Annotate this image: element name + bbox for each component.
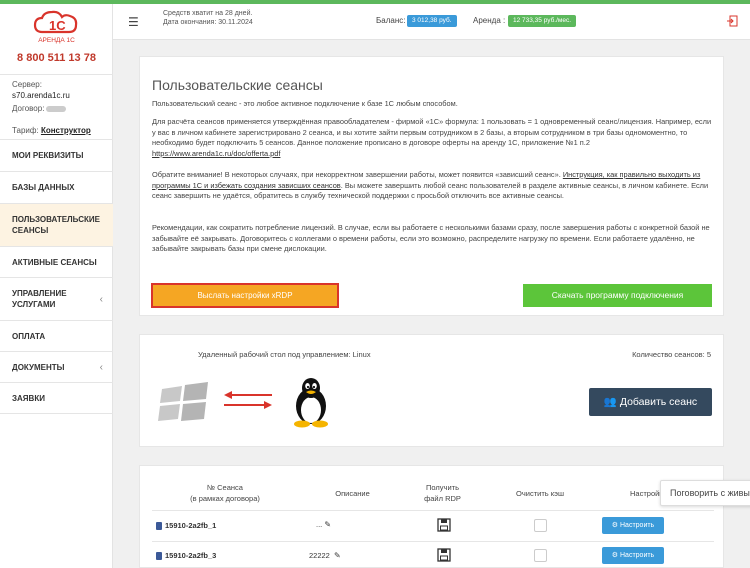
linux-tux-icon [294, 378, 328, 428]
nav-databases[interactable]: БАЗЫ ДАННЫХ [0, 172, 113, 204]
col-description: Описание [335, 489, 370, 498]
offer-link[interactable]: https://www.arenda1c.ru/doc/offerta.pdf [152, 149, 280, 158]
floppy-disk-icon[interactable] [437, 518, 451, 532]
bidirectional-arrows-icon [224, 391, 272, 409]
configure-button[interactable]: ⚙ Настроить [602, 517, 664, 534]
configure-button[interactable]: ⚙ Настроить [602, 547, 664, 564]
col-session-number: № Сеанса (в рамках договора) [180, 482, 270, 504]
sessions-info-card: Пользовательские сеансы Пользовательский… [139, 56, 724, 316]
contract-redacted [46, 105, 67, 112]
nav-label: ПОЛЬЗОВАТЕЛЬСКИЕ СЕАНСЫ [12, 215, 100, 235]
balance-label: Баланс: [376, 16, 406, 25]
table-row: 15910-2a2fb_3 [156, 551, 217, 561]
contract-label: Договор: [12, 104, 45, 113]
chevron-left-icon: ‹ [99, 293, 103, 305]
col-clear-cache: Очистить кэш [516, 489, 564, 498]
configure-label: Настроить [620, 522, 655, 529]
windows-logo-icon [158, 382, 208, 421]
hung-session-text: Обратите внимание! В некоторых случаях, … [152, 170, 712, 202]
balance-badge: 3 012,38 руб. [407, 15, 457, 27]
funds-remaining: Средств хватит на 28 дней. [163, 10, 253, 17]
row-divider [152, 510, 714, 511]
th-text: № Сеанса [207, 483, 243, 492]
floppy-disk-icon[interactable] [437, 548, 451, 562]
configure-label: Настроить [620, 552, 655, 559]
session-id: 15910-2a2fb_3 [165, 551, 217, 560]
nav-label: АКТИВНЫЕ СЕАНСЫ [12, 257, 97, 267]
add-session-button[interactable]: 👥 Добавить сеанс [589, 388, 712, 416]
clear-cache-checkbox[interactable] [534, 549, 547, 562]
pencil-icon[interactable]: ✎ [334, 551, 341, 560]
download-client-button[interactable]: Скачать программу подключения [523, 284, 712, 307]
recommendations-text: Рекомендации, как сократить потребление … [152, 223, 710, 253]
tariff-info: Тариф: Конструктор [12, 125, 91, 136]
logout-icon[interactable] [726, 15, 738, 27]
logo-caption: АРЕНДА 1С [38, 37, 75, 44]
nav-user-sessions[interactable]: ПОЛЬЗОВАТЕЛЬСКИЕ СЕАНСЫ [0, 204, 113, 247]
sidebar: 1С АРЕНДА 1С 8 800 511 13 78 Сервер: s70… [0, 4, 113, 568]
rent-badge: 12 733,35 руб./мес. [508, 15, 577, 27]
nav-payment[interactable]: ОПЛАТА [0, 321, 113, 352]
gears-icon: ⚙ [611, 552, 619, 559]
add-session-label: Добавить сеанс [619, 396, 698, 408]
subscription-info: Средств хватит на 28 дней. Дата окончани… [163, 9, 253, 27]
database-icon [156, 522, 162, 531]
remote-os-label: Удаленный рабочий стол под управлением: … [198, 350, 371, 359]
gears-icon: ⚙ [611, 522, 619, 529]
live-chat-widget[interactable]: Поговорить с живым [660, 480, 750, 506]
th-text: Получить [426, 483, 459, 492]
nav-documents[interactable]: ДОКУМЕНТЫ ‹ [0, 352, 113, 383]
hamburger-menu-icon[interactable]: ☰ [128, 15, 139, 29]
server-label: Сервер: [12, 80, 42, 89]
contract-info: Договор: [12, 103, 67, 114]
users-icon: 👥 [603, 396, 617, 408]
session-id: 15910-2a2fb_1 [165, 521, 217, 530]
nav-label: МОИ РЕКВИЗИТЫ [12, 151, 84, 160]
nav-active-sessions[interactable]: АКТИВНЫЕ СЕАНСЫ [0, 247, 113, 278]
nav-label: БАЗЫ ДАННЫХ [12, 183, 75, 192]
server-value: s70.arenda1c.ru [12, 91, 70, 100]
intro-text: Пользовательский сеанс - это любое актив… [152, 99, 458, 108]
top-header: ☰ Средств хватит на 28 дней. Дата оконча… [113, 4, 750, 40]
clear-cache-checkbox[interactable] [534, 519, 547, 532]
nav-label: УПРАВЛЕНИЕ УСЛУГАМИ [12, 289, 67, 309]
session-description[interactable]: 22222 ✎ [309, 551, 341, 560]
description-value: ... [316, 520, 323, 529]
server-info: Сервер: s70.arenda1c.ru [12, 79, 70, 101]
session-count: Количество сеансов: 5 [632, 350, 711, 359]
row-divider [152, 541, 714, 542]
database-icon [156, 552, 162, 561]
th-text: файл RDP [424, 494, 461, 503]
formula-text: Для расчёта сеансов применяется утверждё… [152, 117, 712, 159]
nav-requests[interactable]: ЗАЯВКИ [0, 383, 113, 414]
notice-start: Обратите внимание! В некоторых случаях, … [152, 170, 561, 179]
th-sub: (в рамках договора) [190, 494, 260, 503]
nav-my-details[interactable]: МОИ РЕКВИЗИТЫ [0, 139, 113, 172]
divider [0, 74, 113, 75]
chevron-left-icon: ‹ [99, 361, 103, 373]
tariff-link[interactable]: Конструктор [41, 126, 91, 135]
nav-label: ЗАЯВКИ [12, 393, 45, 403]
svg-text:1С: 1С [49, 18, 66, 33]
table-row: 15910-2a2fb_1 [156, 521, 217, 531]
nav-service-management[interactable]: УПРАВЛЕНИЕ УСЛУГАМИ ‹ [0, 278, 113, 321]
page-title: Пользовательские сеансы [152, 77, 323, 93]
support-phone[interactable]: 8 800 511 13 78 [0, 52, 113, 64]
rent-label: Аренда : [473, 16, 506, 25]
formula-body: Для расчёта сеансов применяется утверждё… [152, 117, 712, 147]
session-description[interactable]: ... ✎ [316, 520, 331, 529]
nav-label: ДОКУМЕНТЫ [12, 362, 65, 372]
tariff-label: Тариф: [12, 126, 39, 135]
pencil-icon[interactable]: ✎ [324, 520, 331, 529]
send-xrdp-settings-button[interactable]: Выслать настройки xRDP [151, 283, 339, 308]
col-get-rdp: Получить файл RDP [410, 482, 475, 504]
end-date: Дата окончания: 30.11.2024 [163, 19, 253, 26]
description-value: 22222 [309, 551, 330, 560]
nav-label: ОПЛАТА [12, 331, 46, 341]
